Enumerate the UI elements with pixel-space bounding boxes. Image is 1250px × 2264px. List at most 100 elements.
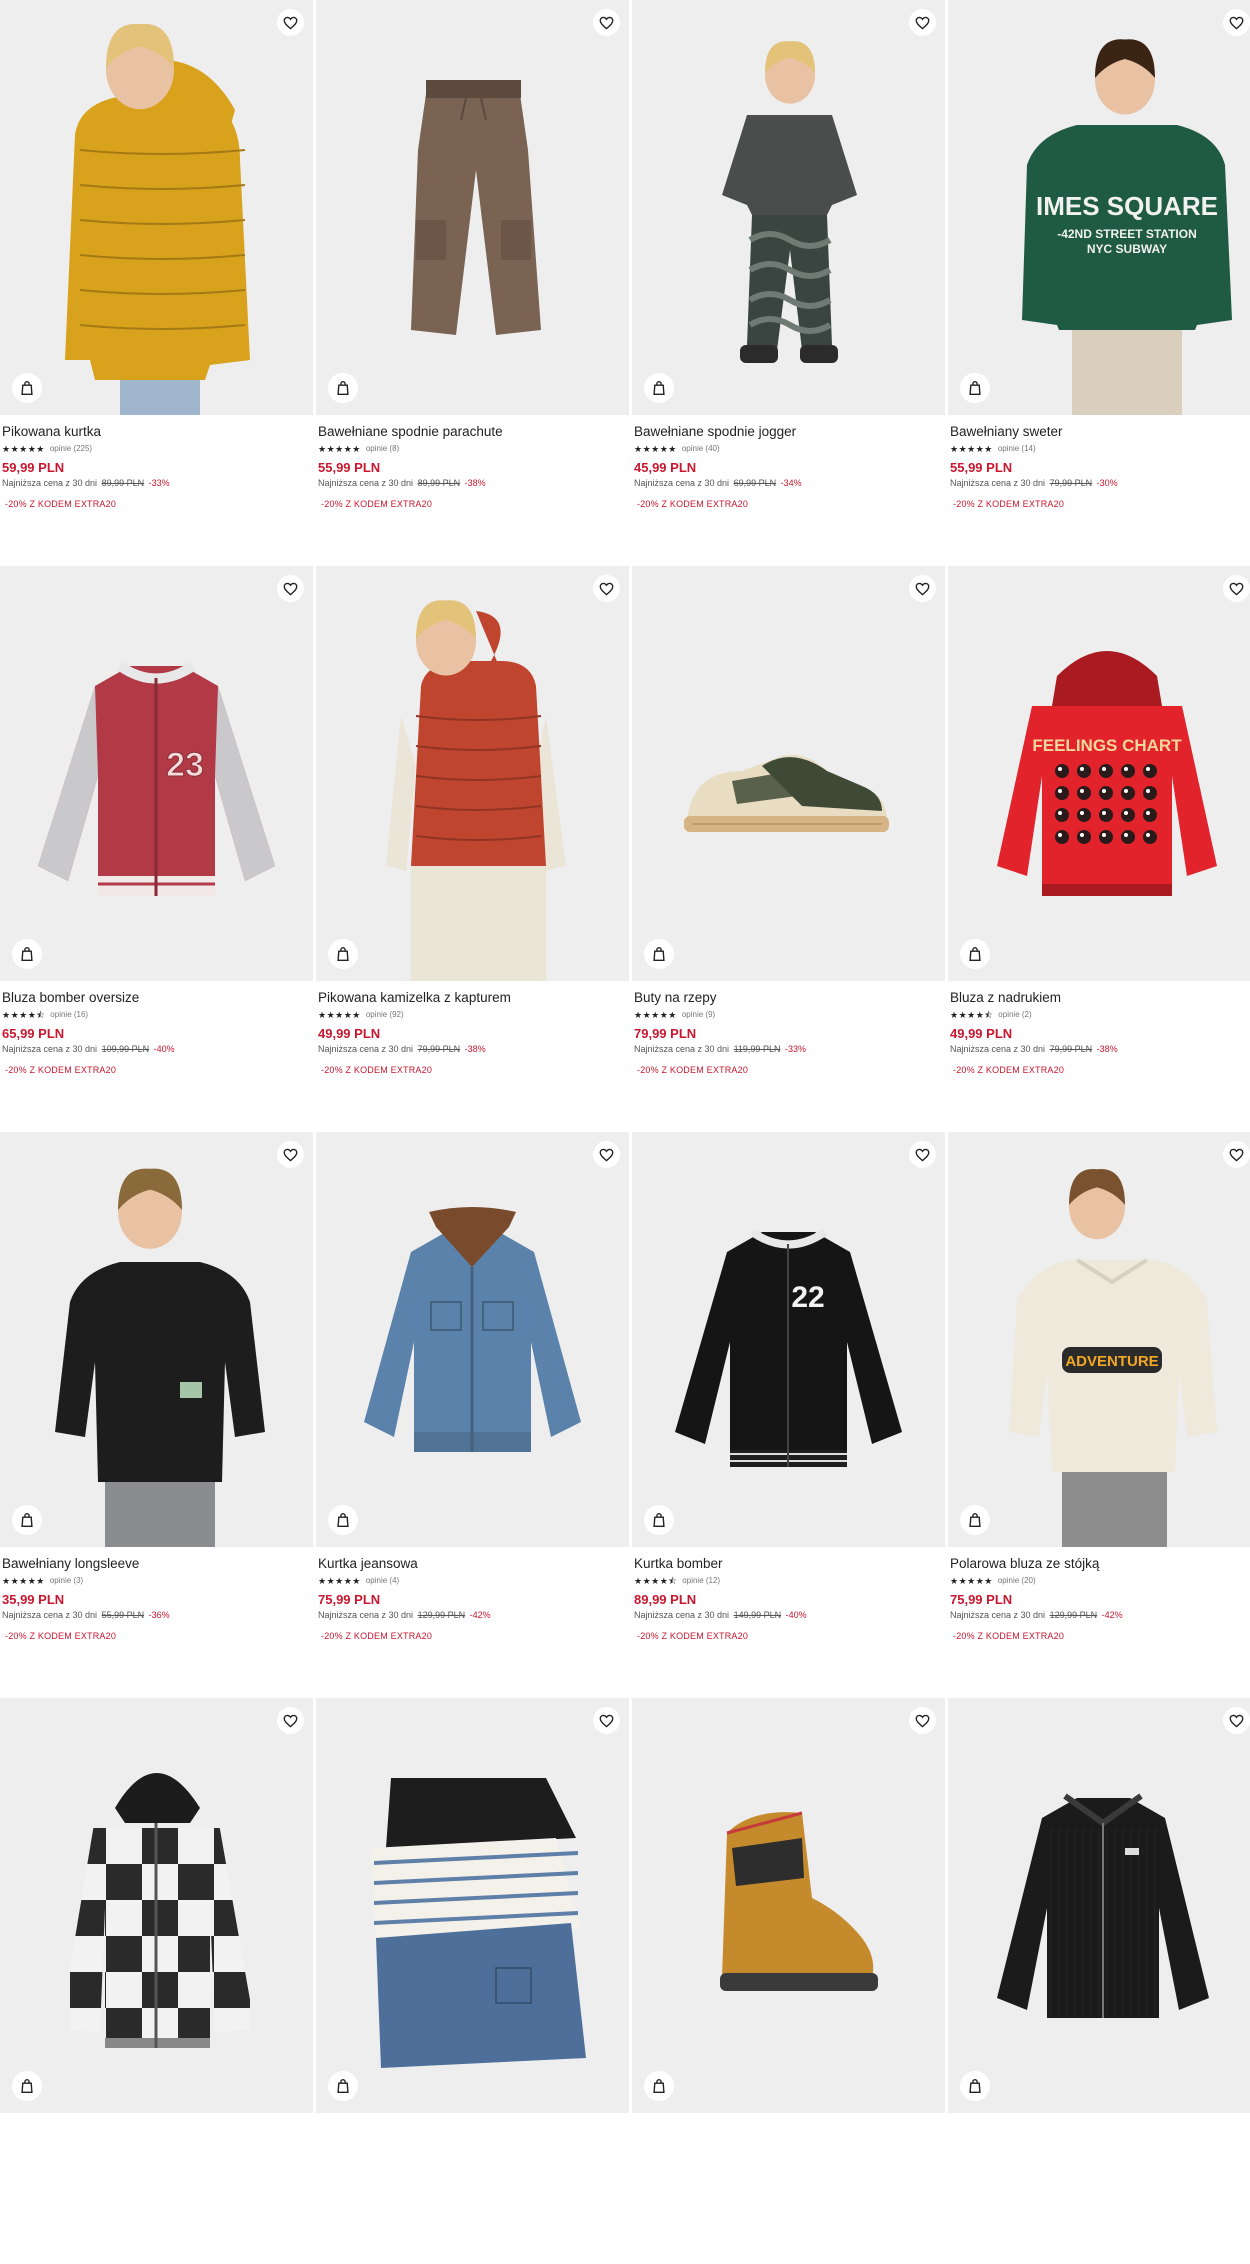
review-count[interactable]: opinie (12)	[682, 1575, 720, 1587]
product-name[interactable]: Pikowana kamizelka z kapturem	[318, 990, 627, 1006]
product-name[interactable]: Pikowana kurtka	[2, 424, 311, 440]
product-card[interactable]: ADVENTURE Polarowa bluza ze stójką ★★★★★…	[948, 1132, 1250, 1698]
product-image[interactable]	[316, 1698, 629, 2113]
shopping-bag-icon[interactable]	[12, 1505, 42, 1535]
product-image[interactable]	[948, 1698, 1250, 2113]
product-card[interactable]: Bawełniane spodnie jogger ★★★★★ opinie (…	[632, 0, 945, 566]
product-card[interactable]	[0, 1698, 313, 2264]
heart-outline-icon[interactable]	[593, 9, 620, 36]
shopping-bag-icon[interactable]	[644, 939, 674, 969]
product-card[interactable]: Bawełniane spodnie parachute ★★★★★ opini…	[316, 0, 629, 566]
product-card[interactable]: 23 Bluza bomber oversize ★★★★⯪ opinie (1…	[0, 566, 313, 1132]
product-name[interactable]: Polarowa bluza ze stójką	[950, 1556, 1250, 1572]
shopping-bag-icon[interactable]	[960, 373, 990, 403]
old-price: 69,99 PLN	[733, 478, 777, 488]
heart-outline-icon[interactable]	[1223, 575, 1250, 602]
heart-outline-icon[interactable]	[277, 1707, 304, 1734]
product-name[interactable]: Bluza z nadrukiem	[950, 990, 1250, 1006]
shopping-bag-icon[interactable]	[328, 373, 358, 403]
svg-text:NYC SUBWAY: NYC SUBWAY	[1087, 242, 1167, 256]
heart-outline-icon[interactable]	[277, 9, 304, 36]
heart-outline-icon[interactable]	[593, 1707, 620, 1734]
shopping-bag-icon[interactable]	[328, 939, 358, 969]
product-rating: ★★★★★ opinie (4)	[318, 1575, 627, 1587]
review-count[interactable]: opinie (16)	[50, 1009, 88, 1021]
product-name[interactable]: Bawełniane spodnie jogger	[634, 424, 943, 440]
heart-outline-icon[interactable]	[1223, 1707, 1250, 1734]
product-card[interactable]: Buty na rzepy ★★★★★ opinie (9) 79,99 PLN…	[632, 566, 945, 1132]
review-count[interactable]: opinie (9)	[682, 1009, 715, 1021]
heart-outline-icon[interactable]	[909, 9, 936, 36]
shopping-bag-icon[interactable]	[12, 2071, 42, 2101]
product-image[interactable]	[316, 566, 629, 981]
product-image[interactable]	[0, 0, 313, 415]
discount-percent: -42%	[469, 1610, 491, 1620]
review-count[interactable]: opinie (20)	[998, 1575, 1036, 1587]
heart-outline-icon[interactable]	[593, 575, 620, 602]
product-card[interactable]	[948, 1698, 1250, 2264]
product-card[interactable]: Kurtka jeansowa ★★★★★ opinie (4) 75,99 P…	[316, 1132, 629, 1698]
promo-code-label: -20% Z KODEM EXTRA20	[321, 1631, 433, 1641]
review-count[interactable]: opinie (92)	[366, 1009, 404, 1021]
review-count[interactable]: opinie (2)	[998, 1009, 1031, 1021]
product-card[interactable]: Pikowana kurtka ★★★★★ opinie (225) 59,99…	[0, 0, 313, 566]
product-info: Polarowa bluza ze stójką ★★★★★ opinie (2…	[948, 1547, 1250, 1643]
product-card[interactable]: Bawełniany longsleeve ★★★★★ opinie (3) 3…	[0, 1132, 313, 1698]
shopping-bag-icon[interactable]	[328, 2071, 358, 2101]
heart-outline-icon[interactable]	[593, 1141, 620, 1168]
shopping-bag-icon[interactable]	[644, 2071, 674, 2101]
product-image[interactable]	[632, 566, 945, 981]
heart-outline-icon[interactable]	[909, 575, 936, 602]
review-count[interactable]: opinie (40)	[682, 443, 720, 455]
product-image[interactable]	[0, 1132, 313, 1547]
product-card[interactable]: IMES SQUARE -42ND STREET STATION NYC SUB…	[948, 0, 1250, 566]
product-card[interactable]: 22 Kurtka bomber ★★★★⯪ opinie (12) 89,99…	[632, 1132, 945, 1698]
product-image[interactable]: IMES SQUARE -42ND STREET STATION NYC SUB…	[948, 0, 1250, 415]
shopping-bag-icon[interactable]	[960, 1505, 990, 1535]
shopping-bag-icon[interactable]	[12, 373, 42, 403]
product-card[interactable]: Pikowana kamizelka z kapturem ★★★★★ opin…	[316, 566, 629, 1132]
heart-outline-icon[interactable]	[1223, 9, 1250, 36]
product-image[interactable]	[316, 0, 629, 415]
product-image[interactable]	[316, 1132, 629, 1547]
shopping-bag-icon[interactable]	[328, 1505, 358, 1535]
lowest-price-label: Najniższa cena z 30 dni	[950, 1044, 1046, 1054]
product-name[interactable]: Bawełniane spodnie parachute	[318, 424, 627, 440]
review-count[interactable]: opinie (8)	[366, 443, 399, 455]
promo-code-label: -20% Z KODEM EXTRA20	[5, 499, 117, 509]
product-name[interactable]: Bawełniany longsleeve	[2, 1556, 311, 1572]
review-count[interactable]: opinie (225)	[50, 443, 92, 455]
shopping-bag-icon[interactable]	[960, 939, 990, 969]
product-card[interactable]	[632, 1698, 945, 2264]
shopping-bag-icon[interactable]	[644, 1505, 674, 1535]
product-image[interactable]: FEELINGS CHART	[948, 566, 1250, 981]
review-count[interactable]: opinie (4)	[366, 1575, 399, 1587]
review-count[interactable]: opinie (14)	[998, 443, 1036, 455]
shopping-bag-icon[interactable]	[960, 2071, 990, 2101]
review-count[interactable]: opinie (3)	[50, 1575, 83, 1587]
shopping-bag-icon[interactable]	[644, 373, 674, 403]
product-image[interactable]	[632, 1698, 945, 2113]
heart-outline-icon[interactable]	[1223, 1141, 1250, 1168]
product-name[interactable]: Buty na rzepy	[634, 990, 943, 1006]
heart-outline-icon[interactable]	[277, 575, 304, 602]
discount-percent: -40%	[785, 1610, 807, 1620]
product-card[interactable]	[316, 1698, 629, 2264]
heart-outline-icon[interactable]	[909, 1141, 936, 1168]
product-image[interactable]: ADVENTURE	[948, 1132, 1250, 1547]
heart-outline-icon[interactable]	[277, 1141, 304, 1168]
product-image[interactable]	[0, 1698, 313, 2113]
corduroy-jacket-black-image	[997, 1793, 1209, 2018]
product-image[interactable]: 22	[632, 1132, 945, 1547]
product-name[interactable]: Kurtka jeansowa	[318, 1556, 627, 1572]
product-image[interactable]: 23	[0, 566, 313, 981]
product-image[interactable]	[632, 0, 945, 415]
product-name[interactable]: Bluza bomber oversize	[2, 990, 311, 1006]
shopping-bag-icon[interactable]	[12, 939, 42, 969]
heart-outline-icon[interactable]	[909, 1707, 936, 1734]
product-name[interactable]: Bawełniany sweter	[950, 424, 1250, 440]
product-price: 49,99 PLN	[950, 1026, 1013, 1041]
promo-code-label: -20% Z KODEM EXTRA20	[953, 499, 1065, 509]
product-card[interactable]: FEELINGS CHART Bluza z nadrukiem ★★★★⯪ o…	[948, 566, 1250, 1132]
product-name[interactable]: Kurtka bomber	[634, 1556, 943, 1572]
